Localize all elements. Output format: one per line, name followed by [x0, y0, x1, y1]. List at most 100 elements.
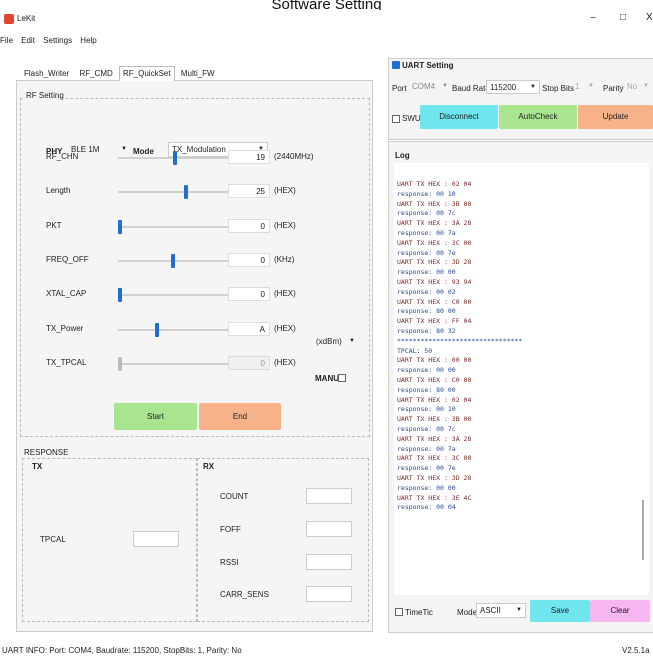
uart-checkbox-icon [392, 61, 400, 69]
log-line: TPCAL: 50 [397, 346, 433, 355]
log-scrollbar-thumb[interactable] [642, 500, 644, 560]
rf-row-value-input[interactable]: A [228, 322, 270, 336]
manu-checkbox[interactable] [338, 373, 346, 382]
rf-row-unit: (HEX) [274, 358, 296, 367]
log-line: UART TX HEX : C0 00 [397, 375, 472, 384]
log-line: UART TX HEX : FF 04 [397, 317, 472, 326]
timetic-checkbox[interactable] [395, 607, 403, 616]
close-button[interactable]: X [646, 12, 653, 23]
menu-bar: File Edit Settings Help [0, 36, 653, 52]
rf-row-slider-thumb[interactable] [171, 254, 175, 268]
stop-bits-value: 1 [575, 82, 580, 91]
rf-row-slider[interactable] [118, 363, 228, 365]
rf-row-value-input[interactable]: 0 [228, 219, 270, 233]
rx-carr-sens-output [306, 586, 352, 602]
minimize-button[interactable]: − [590, 13, 596, 24]
tab-strip: Flash_Writer RF_CMD RF_QuickSet Multi_FW [20, 66, 219, 82]
rf-row-value-input[interactable]: 0 [228, 287, 270, 301]
log-mode-label: Mode [457, 608, 478, 617]
log-mode-select[interactable]: ASCII ▼ [476, 603, 526, 618]
start-button[interactable]: Start [114, 403, 197, 430]
tx-power-unit-select[interactable]: (xdBm) ▼ [313, 335, 358, 349]
log-line: response: 80 32 [397, 326, 456, 335]
response-title: RESPONSE [24, 448, 69, 457]
version-label: V2.5.1a [622, 646, 650, 655]
menu-settings[interactable]: Settings [43, 36, 72, 45]
log-line: UART TX HEX : 3E 4C [397, 493, 472, 502]
maximize-button[interactable]: □ [620, 12, 626, 23]
rf-row-unit: (KHz) [274, 255, 295, 264]
log-line: response: 00 00 [397, 483, 456, 492]
update-button[interactable]: Update [578, 105, 653, 129]
log-line: UART TX HEX : C0 00 [397, 297, 472, 306]
log-line: response: 80 00 [397, 385, 456, 394]
chevron-down-icon: ▼ [121, 146, 127, 152]
tx-title: TX [32, 462, 43, 471]
port-value: COM4 [412, 82, 436, 91]
rf-row-label: RF_CHN [46, 152, 79, 161]
rf-row-value-input[interactable]: 25 [228, 184, 270, 198]
rf-row-slider[interactable] [118, 329, 228, 331]
log-line: UART TX HEX : 3B 00 [397, 415, 472, 424]
rf-row-slider-thumb[interactable] [118, 288, 122, 302]
tab-rf-cmd[interactable]: RF_CMD [75, 66, 116, 82]
parity-select[interactable]: No ▼ [624, 80, 652, 94]
log-line: response: 00 7c [397, 424, 456, 433]
log-line: response: 00 7c [397, 209, 456, 218]
rf-row-value-input: 0 [228, 356, 270, 370]
chevron-down-icon: ▼ [442, 83, 448, 89]
save-button[interactable]: Save [530, 600, 590, 622]
rf-row-slider-thumb[interactable] [183, 185, 188, 199]
clear-button[interactable]: Clear [590, 600, 650, 622]
tx-power-unit-value: (xdBm) [316, 337, 342, 346]
end-button[interactable]: End [199, 403, 281, 430]
log-line: ******************************** [397, 336, 523, 345]
log-line: response: 00 00 [397, 366, 456, 375]
log-textarea[interactable]: UART TX HEX : 02 04 response: 00 10 UART T… [394, 163, 649, 595]
mode-value: TX_Modulation [172, 145, 226, 154]
log-line: response: 80 00 [397, 307, 456, 316]
rf-row-slider-thumb[interactable] [155, 323, 160, 337]
log-line: UART TX HEX : 02 04 [397, 180, 472, 188]
chevron-down-icon: ▼ [516, 607, 522, 613]
baud-select[interactable]: 115200 ▼ [486, 80, 540, 94]
tab-flash-writer[interactable]: Flash_Writer [20, 66, 73, 82]
log-line: response: 00 10 [397, 405, 456, 414]
menu-file[interactable]: File [0, 36, 13, 45]
baud-label: Baud Rate [452, 84, 490, 93]
rf-row-value-input[interactable]: 19 [228, 150, 270, 164]
rf-row-slider-thumb[interactable] [118, 220, 122, 234]
rf-setting-title: RF Setting [24, 91, 66, 100]
stop-bits-select[interactable]: 1 ▼ [572, 80, 597, 94]
disconnect-button[interactable]: Disconnect [420, 105, 498, 129]
swu-checkbox[interactable] [392, 114, 400, 123]
log-line: response: 00 7e [397, 464, 456, 473]
autocheck-button[interactable]: AutoCheck [499, 105, 577, 129]
log-line: response: 00 04 [397, 503, 456, 512]
tab-multi-fw[interactable]: Multi_FW [177, 66, 219, 82]
log-line: response: 00 00 [397, 268, 456, 277]
log-line: UART TX HEX : 3D 28 [397, 473, 472, 482]
port-select[interactable]: COM4 ▼ [409, 80, 451, 94]
swu-label: SWU [402, 114, 421, 123]
rf-row-slider[interactable] [118, 294, 228, 296]
rf-row-slider[interactable] [118, 226, 228, 228]
chevron-down-icon: ▼ [588, 83, 594, 89]
tpcal-output [133, 531, 179, 547]
rf-row-slider-thumb[interactable] [173, 151, 178, 165]
rf-row-label: Length [46, 186, 71, 195]
log-line: UART TX HEX : 3A 28 [397, 434, 472, 443]
rf-row-value-input[interactable]: 0 [228, 253, 270, 267]
page-caption: Software Setting [271, 0, 382, 10]
rx-rssi-output [306, 554, 352, 570]
menu-edit[interactable]: Edit [21, 36, 35, 45]
rf-row-slider[interactable] [118, 191, 228, 193]
log-line: response: 00 02 [397, 287, 456, 296]
rf-row-unit: (HEX) [274, 186, 296, 195]
rx-count-output [306, 488, 352, 504]
menu-help[interactable]: Help [80, 36, 96, 45]
rf-row-unit: (HEX) [274, 221, 296, 230]
log-line: UART TX HEX : 3C 00 [397, 454, 472, 463]
tab-rf-quickset[interactable]: RF_QuickSet [119, 66, 175, 81]
log-line: UART TX HEX : 3C 00 [397, 238, 472, 247]
